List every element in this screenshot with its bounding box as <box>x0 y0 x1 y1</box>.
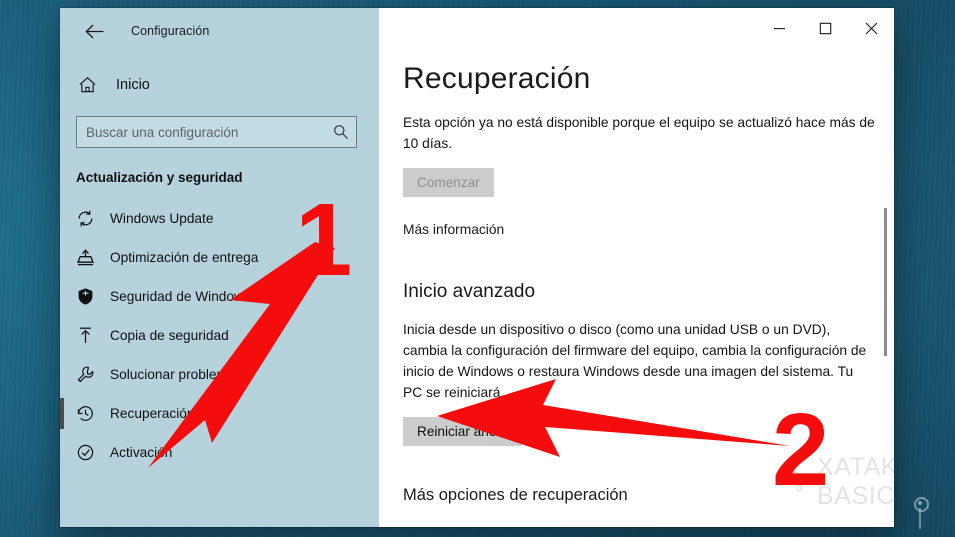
sidebar-item-seguridad-de-windows[interactable]: Seguridad de Windows <box>60 277 379 316</box>
sidebar-item-optimizacion-de-entrega[interactable]: Optimización de entrega <box>60 238 379 277</box>
close-button[interactable] <box>848 8 894 48</box>
sidebar-item-label: Activación <box>110 445 173 460</box>
scrollbar-thumb[interactable] <box>884 208 887 356</box>
sidebar-item-recuperacion[interactable]: Recuperación <box>60 394 379 433</box>
sidebar-item-home-label: Inicio <box>116 77 150 93</box>
advanced-startup-description: Inicia desde un dispositivo o disco (com… <box>403 322 867 400</box>
node-dot <box>917 500 922 505</box>
selection-indicator <box>60 398 64 429</box>
shield-icon <box>76 287 102 306</box>
watermark: XATAKA BASICS <box>772 453 894 511</box>
home-icon <box>78 76 106 94</box>
close-icon <box>865 22 877 34</box>
window-controls <box>756 8 894 48</box>
start-button[interactable]: Comenzar <box>403 168 494 197</box>
network-node-icon <box>907 495 933 529</box>
sidebar-nav-list: Windows Update Optimización de entrega S… <box>60 199 379 472</box>
sidebar-item-label: Optimización de entrega <box>110 250 259 265</box>
settings-window: Configuración Inicio Actualización y <box>60 8 894 527</box>
sidebar-group-title: Actualización y seguridad <box>76 170 243 185</box>
graduation-cap-icon <box>772 466 808 499</box>
app-title: Configuración <box>131 24 210 38</box>
sidebar-item-home[interactable]: Inicio <box>60 68 379 102</box>
sidebar-item-label: Windows Update <box>110 211 214 226</box>
sidebar-item-label: Solucionar problemas <box>110 367 243 382</box>
page-title: Recuperación <box>403 62 601 96</box>
sidebar-item-activacion[interactable]: Activación <box>60 433 379 472</box>
wrench-icon <box>76 365 102 384</box>
minimize-icon <box>773 27 785 29</box>
back-button[interactable] <box>77 16 111 46</box>
search-input[interactable] <box>77 124 326 140</box>
sidebar: Configuración Inicio Actualización y <box>60 8 379 527</box>
sidebar-item-solucionar-problemas[interactable]: Solucionar problemas <box>60 355 379 394</box>
sync-icon <box>76 209 102 228</box>
sidebar-item-label: Copia de seguridad <box>110 328 229 343</box>
node-stem <box>919 508 921 529</box>
backup-upload-icon <box>76 326 102 345</box>
sidebar-item-label: Recuperación <box>110 406 195 421</box>
restart-now-button[interactable]: Reiniciar ahora <box>403 417 523 446</box>
advanced-startup-heading: Inicio avanzado <box>403 281 536 302</box>
maximize-button[interactable] <box>802 8 848 48</box>
minimize-button[interactable] <box>756 8 802 48</box>
maximize-icon <box>819 22 831 34</box>
sidebar-item-label: Seguridad de Windows <box>110 289 251 304</box>
back-arrow-icon <box>84 24 103 38</box>
history-clock-icon <box>76 404 102 423</box>
node-ring <box>914 497 929 512</box>
reset-description: Esta opción ya no está disponible porque… <box>403 115 875 151</box>
delivery-optimization-icon <box>76 248 102 267</box>
sidebar-item-windows-update[interactable]: Windows Update <box>60 199 379 238</box>
search-icon[interactable] <box>326 124 356 140</box>
more-information-link[interactable]: Más información <box>403 222 894 237</box>
sidebar-item-copia-de-seguridad[interactable]: Copia de seguridad <box>60 316 379 355</box>
content-pane: Recuperación Esta opción ya no está disp… <box>379 8 894 527</box>
sidebar-titlebar: Configuración <box>60 8 379 54</box>
vertical-scrollbar[interactable] <box>880 168 892 504</box>
search-box[interactable] <box>76 116 357 148</box>
check-circle-icon <box>76 443 102 462</box>
